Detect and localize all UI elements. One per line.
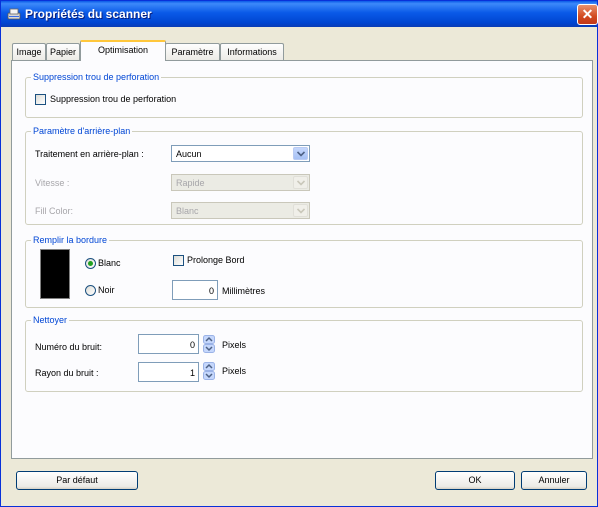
hole-removal-checkbox[interactable] <box>35 94 46 105</box>
tab-image[interactable]: Image <box>12 43 46 60</box>
noise-radius-spinner-icon[interactable] <box>203 362 215 380</box>
speed-label: Vitesse : <box>35 178 70 188</box>
border-preview-swatch <box>40 249 70 299</box>
fill-color-select[interactable]: Blanc <box>171 202 310 219</box>
millimeters-label: Millimètres <box>222 286 266 296</box>
default-button[interactable]: Par défaut <box>16 471 138 490</box>
group-title: Paramètre d'arrière-plan <box>31 125 133 137</box>
chevron-down-icon <box>293 204 308 217</box>
group-title: Suppression trou de perforation <box>31 71 162 83</box>
extend-edge-label: Prolonge Bord <box>187 255 245 265</box>
noise-radius-label: Rayon du bruit : <box>35 368 99 378</box>
black-radio[interactable] <box>85 285 96 296</box>
black-radio-label: Noir <box>98 285 115 295</box>
ok-button[interactable]: OK <box>435 471 515 490</box>
close-icon: ✕ <box>581 6 594 22</box>
noise-number-spinner-icon[interactable] <box>203 335 215 353</box>
white-radio-label: Blanc <box>98 258 121 268</box>
noise-radius-unit: Pixels <box>222 366 247 376</box>
group-title: Nettoyer <box>31 314 70 326</box>
scanner-properties-window: Propriétés du scanner ✕ Image Papier Opt… <box>0 0 598 507</box>
noise-number-input[interactable]: 0 <box>138 334 199 354</box>
millimeters-input[interactable]: 0 <box>172 280 218 300</box>
fill-color-label: Fill Color: <box>35 206 74 216</box>
group-title: Remplir la bordure <box>31 234 110 246</box>
extend-edge-checkbox[interactable] <box>173 255 184 266</box>
white-radio[interactable] <box>85 258 96 269</box>
border-fill-group: Remplir la bordure <box>25 234 583 308</box>
noise-number-unit: Pixels <box>222 340 247 350</box>
noise-radius-input[interactable]: 1 <box>138 362 199 382</box>
noise-number-label: Numéro du bruit: <box>35 342 103 352</box>
tab-parameters[interactable]: Paramètre <box>165 43 220 60</box>
cancel-button[interactable]: Annuler <box>521 471 587 490</box>
chevron-down-icon <box>293 176 308 189</box>
tab-optimisation[interactable]: Optimisation <box>80 40 166 61</box>
treatment-select[interactable]: Aucun <box>171 145 310 162</box>
title-bar[interactable]: Propriétés du scanner ✕ <box>1 1 598 27</box>
tab-information[interactable]: Informations <box>220 43 284 60</box>
tab-paper[interactable]: Papier <box>46 43 80 60</box>
clean-group: Nettoyer <box>25 314 583 392</box>
chevron-down-icon[interactable] <box>293 147 308 160</box>
treatment-label: Traitement en arrière-plan : <box>35 149 144 159</box>
speed-select[interactable]: Rapide <box>171 174 310 191</box>
window-title: Propriétés du scanner <box>25 7 152 21</box>
scanner-icon <box>7 8 21 20</box>
hole-removal-label: Suppression trou de perforation <box>50 94 177 104</box>
close-button[interactable]: ✕ <box>577 4 598 25</box>
